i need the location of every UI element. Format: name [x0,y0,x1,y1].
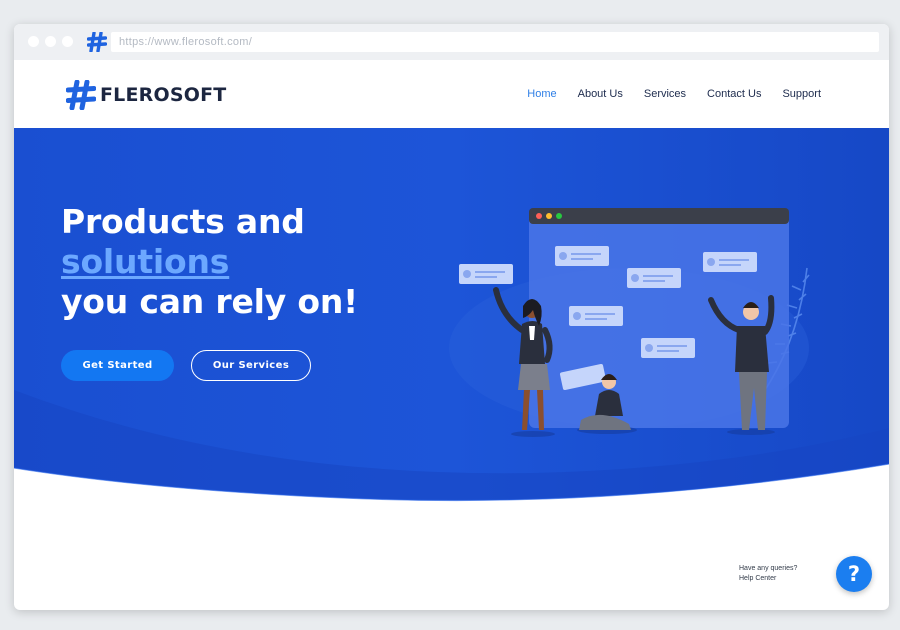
window-dot-icon[interactable] [62,36,73,47]
nav-item-contact-us[interactable]: Contact Us [707,87,761,101]
nav-item-about-us[interactable]: About Us [578,87,623,101]
help-question: Have any queries? [739,565,798,572]
team-collaboration-illustration [449,208,810,437]
browser-window: https://www.flerosoft.com/ FLEROSOFT Hom… [14,24,889,610]
hero-headline: Products and solutions you can rely on! [61,202,358,322]
help-question-icon[interactable]: ? [836,556,872,592]
help-center-text: Have any queries? Help Center [739,564,797,584]
get-started-button[interactable]: Get Started [61,350,174,381]
brand-name: FLEROSOFT [100,84,227,106]
help-center-link[interactable]: Help Center [739,574,797,584]
site-header: FLEROSOFT Home About Us Services Contact… [14,60,889,128]
site-logo[interactable]: FLEROSOFT [66,78,226,112]
address-bar[interactable]: https://www.flerosoft.com/ [111,32,879,52]
browser-toolbar: https://www.flerosoft.com/ [14,24,889,61]
our-services-button[interactable]: Our Services [191,350,311,381]
headline-line-3: you can rely on! [61,282,358,321]
nav-item-home[interactable]: Home [527,87,556,101]
favicon-icon [87,32,107,52]
nav-item-services[interactable]: Services [644,87,686,101]
window-dot-icon[interactable] [45,36,56,47]
headline-highlight: solutions [61,242,230,281]
logo-hash-icon [66,80,96,110]
hero-section: Products and solutions you can rely on! … [14,128,889,512]
window-dot-icon[interactable] [28,36,39,47]
main-nav: Home About Us Services Contact Us Suppor… [506,87,821,101]
headline-line-1: Products and [61,202,305,241]
nav-item-support[interactable]: Support [782,87,821,101]
